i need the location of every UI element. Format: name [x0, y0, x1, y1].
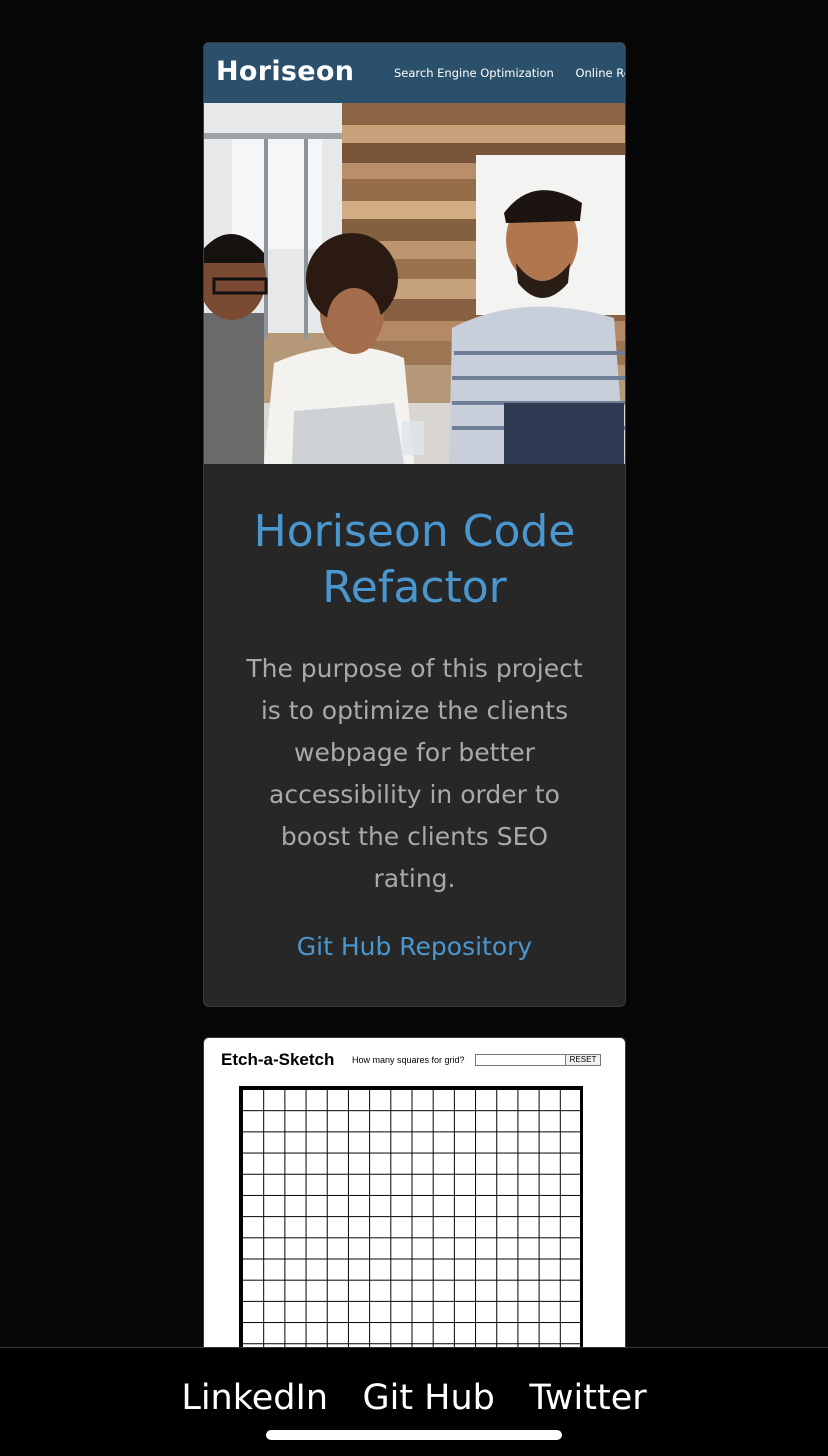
site-header: Horiseon Search Engine Optimization Onli…: [204, 43, 625, 103]
site-nav: Search Engine Optimization Online Reputa…: [394, 66, 625, 80]
grid-size-input: [475, 1054, 566, 1066]
project-title: Horiseon Code Refactor: [253, 506, 576, 613]
project-description: The purpose of this project is to optimi…: [246, 654, 583, 893]
project-screenshot-etch-a-sketch[interactable]: Etch-a-Sketch How many squares for grid?…: [204, 1038, 625, 1366]
site-nav-item-seo: Search Engine Optimization: [394, 66, 554, 80]
github-repository-link[interactable]: Git Hub Repository: [238, 932, 591, 961]
footer-link-twitter[interactable]: Twitter: [529, 1378, 646, 1418]
team-photo: [204, 103, 625, 464]
project-card-horiseon: Horiseon Search Engine Optimization Onli…: [203, 42, 626, 1007]
site-logo: Horiseon: [216, 56, 355, 87]
footer-link-linkedin[interactable]: LinkedIn: [181, 1378, 328, 1418]
grid-size-label: How many squares for grid?: [352, 1055, 465, 1065]
site-nav-item-reputation: Online Reputati: [575, 66, 625, 80]
project-screenshot-horiseon[interactable]: Horiseon Search Engine Optimization Onli…: [204, 43, 625, 464]
reset-button: RESET: [565, 1054, 601, 1066]
footer-links: LinkedIn Git Hub Twitter: [0, 1378, 828, 1418]
project-card-body: Horiseon Code Refactor The purpose of th…: [204, 464, 625, 961]
sketch-grid: [239, 1086, 583, 1366]
home-indicator: [266, 1430, 562, 1440]
footer: LinkedIn Git Hub Twitter: [0, 1347, 828, 1456]
etch-title: Etch-a-Sketch: [221, 1050, 335, 1069]
footer-link-github[interactable]: Git Hub: [362, 1378, 494, 1418]
project-card-etch-a-sketch: Etch-a-Sketch How many squares for grid?…: [203, 1037, 626, 1367]
